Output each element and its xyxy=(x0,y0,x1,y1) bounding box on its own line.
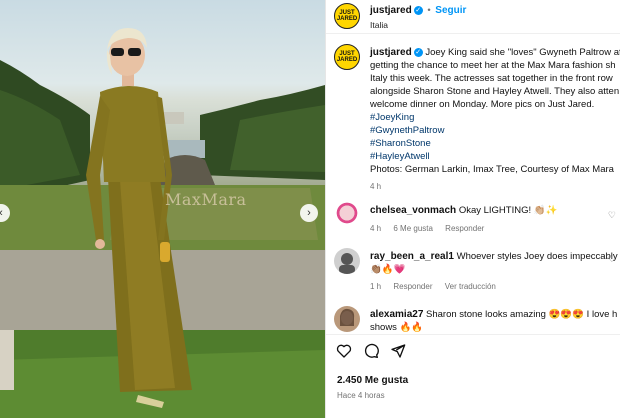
hashtag-link[interactable]: #JoeyKing xyxy=(370,111,620,124)
comment-username[interactable]: ray_been_a_real1 xyxy=(370,251,454,262)
comment-likes[interactable]: 6 Me gusta xyxy=(393,224,433,233)
comment-text-cont: shows 🔥🔥 xyxy=(370,322,424,333)
avatar-silhouette-icon xyxy=(339,253,355,274)
post-caption: justjared ✓ Joey King said she "loves" Gw… xyxy=(370,46,620,193)
avatar-text: JUST JARED xyxy=(336,10,358,22)
caption-line-1: getting the chance to meet her at the Ma… xyxy=(370,60,616,71)
chevron-right-icon[interactable]: › xyxy=(300,204,318,222)
comment-item: alexamia27 Sharon stone looks amazing 😍😍… xyxy=(370,308,620,334)
caption-line-2: Italy this week. The actresses sat toget… xyxy=(370,73,613,84)
caption-line-4: welcome dinner on Monday. More pics on J… xyxy=(370,99,595,110)
translate-button[interactable]: Ver traducción xyxy=(445,282,496,291)
verified-badge-icon: ✓ xyxy=(413,48,423,57)
comment-text-cont: 👏🏽🔥💗 xyxy=(370,264,406,275)
header-username[interactable]: justjared xyxy=(370,5,412,16)
heart-icon[interactable]: ♡ xyxy=(608,210,616,221)
caption-username[interactable]: justjared xyxy=(370,47,412,58)
hashtag-link[interactable]: #HayleyAtwell xyxy=(370,150,620,163)
reply-button[interactable]: Responder xyxy=(393,282,432,291)
post-header: JUST JARED justjared ✓ • Seguir Italia xyxy=(326,0,620,34)
commenter-avatar[interactable] xyxy=(334,248,360,274)
hashtag-link[interactable]: #GwynethPaltrow xyxy=(370,124,620,137)
maxmara-sign: MaxMara xyxy=(165,190,247,209)
commenter-avatar[interactable] xyxy=(334,306,360,332)
post-photo[interactable]: MaxMara ‹ › xyxy=(0,0,325,418)
comment-text: Okay LIGHTING! 👏🏼✨ xyxy=(458,205,558,216)
location-label[interactable]: Italia xyxy=(370,20,388,30)
comment-time[interactable]: 4 h xyxy=(370,224,381,233)
caption-line-3: alongside Sharon Stone and Hayley Atwell… xyxy=(370,86,620,97)
comment-text: Sharon stone looks amazing 😍😍😍 I love h xyxy=(426,309,618,320)
comment-item: chelsea_vonmach Okay LIGHTING! 👏🏼✨ 4 h 6… xyxy=(370,204,620,235)
caption-time[interactable]: 4 h xyxy=(370,180,620,193)
follow-button[interactable]: Seguir xyxy=(435,5,466,16)
comment-username[interactable]: alexamia27 xyxy=(370,309,423,320)
heart-icon[interactable] xyxy=(336,343,352,359)
photo-scene xyxy=(0,28,325,418)
post-timestamp[interactable]: Hace 4 horas xyxy=(337,391,385,400)
comment-text: Whoever styles Joey does impeccably we xyxy=(456,251,620,262)
heart-icon[interactable]: ♡ xyxy=(608,254,616,265)
action-bar: 2.450 Me gusta Hace 4 horas xyxy=(326,334,620,418)
comment-time[interactable]: 1 h xyxy=(370,282,381,291)
justjared-avatar[interactable]: JUST JARED xyxy=(334,3,360,29)
likes-count[interactable]: 2.450 Me gusta xyxy=(337,375,408,386)
caption-avatar[interactable]: JUST JARED xyxy=(334,44,360,70)
hashtag-link[interactable]: #SharonStone xyxy=(370,137,620,150)
caption-avatar-text: JUST JARED xyxy=(336,51,358,63)
comment-username[interactable]: chelsea_vonmach xyxy=(370,205,456,216)
share-icon[interactable] xyxy=(390,343,406,359)
caption-credits: Photos: German Larkin, Imax Tree, Courte… xyxy=(370,164,614,175)
caption-line-0: Joey King said she "loves" Gwyneth Paltr… xyxy=(425,47,620,58)
post-panel: JUST JARED justjared ✓ • Seguir Italia JU… xyxy=(326,0,620,418)
dot-separator: • xyxy=(427,5,431,16)
commenter-avatar[interactable] xyxy=(334,200,360,226)
comment-item: ray_been_a_real1 Whoever styles Joey doe… xyxy=(370,250,620,293)
reply-button[interactable]: Responder xyxy=(445,224,484,233)
avatar-portrait-icon xyxy=(340,308,355,326)
verified-badge-icon: ✓ xyxy=(413,6,423,15)
header-line: justjared ✓ • Seguir xyxy=(370,5,466,16)
comment-icon[interactable] xyxy=(363,343,379,359)
